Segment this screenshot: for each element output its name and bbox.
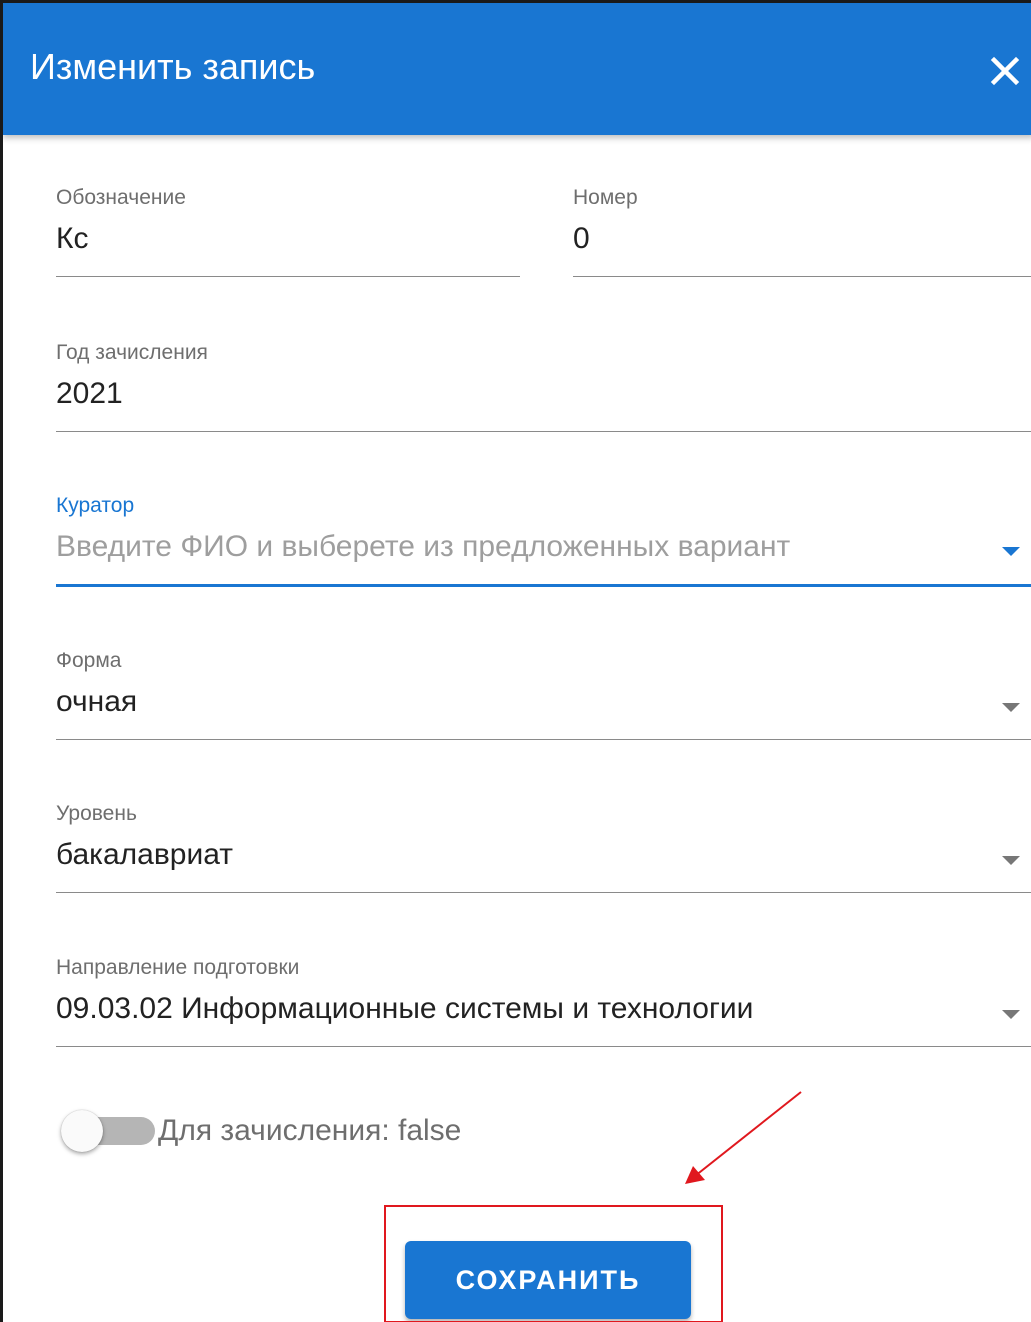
curator-autocomplete[interactable]: Куратор Введите ФИО и выберете из предло… — [56, 493, 1031, 587]
direction-label: Направление подготовки — [56, 956, 300, 979]
enrollment-year-field[interactable]: Год зачисления 2021 — [56, 340, 1031, 432]
dialog-title: Изменить запись — [30, 46, 316, 87]
dialog-header: Изменить запись — [3, 3, 1031, 135]
direction-select[interactable]: Направление подготовки 09.03.02 Информац… — [56, 955, 1031, 1047]
number-field[interactable]: Номер 0 — [573, 185, 1031, 277]
enrollment-toggle-label: Для зачисления: false — [158, 1114, 462, 1147]
toggle-thumb[interactable] — [61, 1110, 103, 1152]
enrollment-year-value: 2021 — [56, 377, 123, 410]
designation-label: Обозначение — [56, 186, 186, 209]
form-label: Форма — [56, 649, 122, 672]
designation-value: Кс — [56, 222, 89, 255]
level-label: Уровень — [56, 802, 137, 825]
designation-field[interactable]: Обозначение Кс — [56, 185, 520, 277]
curator-placeholder[interactable]: Введите ФИО и выберете из предложенных в… — [56, 527, 916, 567]
edit-record-dialog: Изменить запись Обозначение Кс Номер 0 Г… — [0, 0, 1031, 1322]
chevron-down-icon[interactable] — [1002, 856, 1020, 865]
form-value: очная — [56, 685, 138, 718]
number-label: Номер — [573, 186, 638, 209]
enrollment-toggle[interactable] — [59, 1108, 159, 1154]
level-value: бакалавриат — [56, 838, 233, 871]
form-select[interactable]: Форма очная — [56, 648, 1031, 740]
number-value: 0 — [573, 222, 590, 255]
chevron-down-icon[interactable] — [1002, 547, 1020, 556]
curator-label: Куратор — [56, 494, 135, 517]
enrollment-year-label: Год зачисления — [56, 341, 208, 364]
annotation-highlight-box — [384, 1205, 723, 1322]
level-select[interactable]: Уровень бакалавриат — [56, 801, 1031, 893]
close-icon[interactable] — [985, 51, 1025, 91]
annotation-arrow-icon — [685, 1091, 802, 1184]
chevron-down-icon[interactable] — [1002, 703, 1020, 712]
chevron-down-icon[interactable] — [1002, 1010, 1020, 1019]
direction-value: 09.03.02 Информационные системы и технол… — [56, 992, 754, 1025]
